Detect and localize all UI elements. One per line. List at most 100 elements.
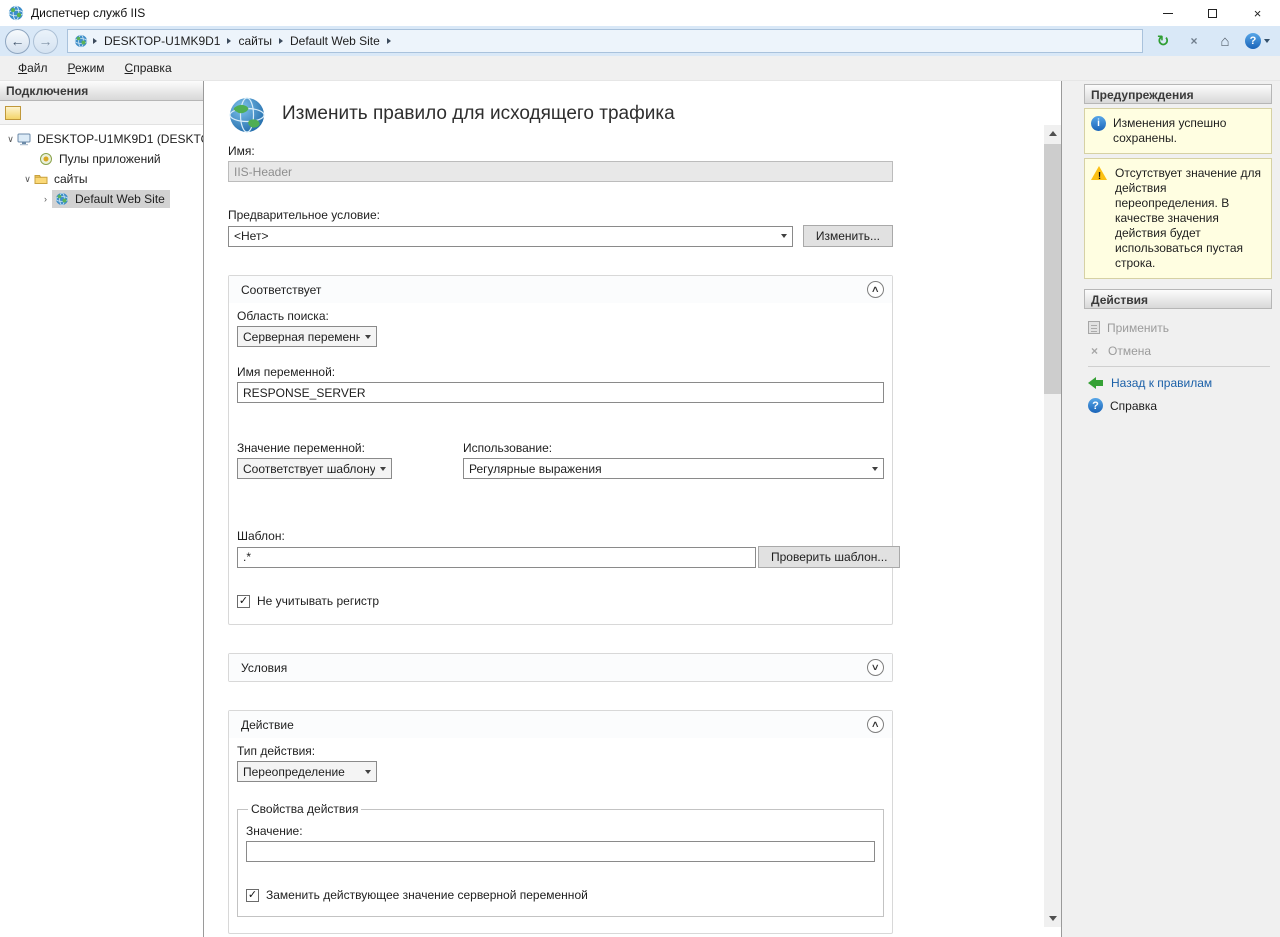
usage-label: Использование: — [463, 441, 884, 455]
window-controls: × — [1145, 0, 1280, 26]
match-section-header[interactable]: Соответствует ∧ — [229, 276, 892, 303]
tree-item-sites[interactable]: ∨ сайты — [0, 169, 203, 189]
variable-name-input[interactable] — [237, 382, 884, 403]
replace-value-checkbox[interactable]: ✓ — [246, 889, 259, 902]
minimize-icon — [1163, 13, 1173, 14]
cancel-label: Отмена — [1108, 344, 1151, 358]
pattern-input[interactable] — [237, 547, 756, 568]
main-panel: Изменить правило для исходящего трафика … — [204, 81, 1062, 937]
actions-list: Применить × Отмена Назад к правилам ? Сп… — [1084, 309, 1272, 417]
apply-icon — [1088, 321, 1100, 334]
chevron-up-icon: ∧ — [871, 285, 880, 294]
expand-section-button[interactable]: ∨ — [867, 659, 884, 676]
check-icon: ✓ — [248, 890, 257, 901]
forward-button[interactable]: → — [33, 29, 58, 54]
tree-item-label: Default Web Site — [73, 191, 167, 207]
usage-select[interactable]: Регулярные выражения — [463, 458, 884, 479]
collapse-section-button[interactable]: ∧ — [867, 716, 884, 733]
edit-precondition-button[interactable]: Изменить... — [803, 225, 893, 247]
maximize-button[interactable] — [1190, 0, 1235, 26]
chevron-down-icon: ∨ — [871, 663, 880, 672]
help-label: Справка — [1110, 399, 1157, 413]
info-icon: i — [1091, 116, 1106, 131]
scope-select[interactable]: Серверная переменн — [237, 326, 377, 347]
replace-value-label: Заменить действующее значение серверной … — [266, 888, 588, 902]
tree-item-app-pools[interactable]: Пулы приложений — [0, 149, 203, 169]
action-properties-legend: Свойства действия — [248, 802, 361, 816]
collapse-section-button[interactable]: ∧ — [867, 281, 884, 298]
test-pattern-button[interactable]: Проверить шаблон... — [758, 546, 900, 568]
variable-value-select[interactable]: Соответствует шаблону — [237, 458, 392, 479]
conditions-section-header[interactable]: Условия ∨ — [229, 654, 892, 681]
replace-value-row: ✓ Заменить действующее значение серверно… — [246, 888, 875, 902]
cancel-action: × Отмена — [1088, 339, 1270, 362]
usage-column: Использование: Регулярные выражения — [463, 441, 884, 479]
window-title: Диспетчер служб IIS — [31, 6, 145, 20]
tree-item-label: Пулы приложений — [57, 151, 163, 167]
iis-app-icon — [8, 5, 24, 21]
action-value-input[interactable] — [246, 841, 875, 862]
ignore-case-row: ✓ Не учитывать регистр — [237, 594, 884, 608]
scroll-up-icon[interactable] — [1044, 125, 1061, 142]
home-icon[interactable]: ⌂ — [1214, 31, 1236, 51]
stop-icon[interactable]: × — [1183, 31, 1205, 51]
back-button[interactable]: ← — [5, 29, 30, 54]
chevron-down-icon — [867, 459, 883, 478]
tree-item-default-web-site[interactable]: › Default Web Site — [0, 189, 203, 209]
help-menu-button[interactable]: ? — [1245, 33, 1270, 49]
chevron-down-icon — [375, 459, 391, 478]
scope-value: Серверная переменн — [243, 330, 360, 344]
app-pools-icon — [39, 152, 53, 166]
warning-icon: ! — [1091, 166, 1108, 181]
precondition-select[interactable]: <Нет> — [228, 226, 793, 247]
close-button[interactable]: × — [1235, 0, 1280, 26]
server-icon — [17, 132, 31, 146]
iis-manager-window: Диспетчер служб IIS × ← → DESKTOP-U1MK9D… — [0, 0, 1280, 937]
action-type-label: Тип действия: — [237, 744, 884, 758]
menu-bar: Файл Режим Справка — [0, 56, 1280, 81]
help-icon: ? — [1245, 33, 1261, 49]
connections-panel: Подключения ∨ DESKTOP-U1MK9D1 (DESKTOP — [0, 81, 204, 937]
alert-info-text: Изменения успешно сохранены. — [1113, 116, 1265, 146]
menu-file[interactable]: Файл — [10, 58, 56, 78]
action-section-body: Тип действия: Переопределение Свойства д… — [229, 744, 892, 933]
connections-header: Подключения — [0, 81, 203, 101]
save-connection-icon[interactable] — [5, 106, 21, 120]
expand-icon[interactable]: › — [39, 194, 52, 204]
match-section: Соответствует ∧ Область поиска: Серверна… — [228, 275, 893, 625]
main-scrollbar[interactable] — [1044, 125, 1061, 927]
action-value-label: Значение: — [246, 824, 875, 838]
scroll-down-icon[interactable] — [1044, 910, 1061, 927]
back-to-rules-action[interactable]: Назад к правилам — [1088, 371, 1270, 394]
scrollbar-thumb[interactable] — [1044, 144, 1061, 394]
breadcrumb-item-sites[interactable]: сайты — [233, 32, 277, 50]
breadcrumb[interactable]: DESKTOP-U1MK9D1 сайты Default Web Site — [67, 29, 1143, 53]
refresh-icon[interactable]: ↻ — [1152, 31, 1174, 51]
check-icon: ✓ — [239, 596, 248, 607]
alert-info: i Изменения успешно сохранены. — [1084, 108, 1272, 154]
precondition-label: Предварительное условие: — [228, 208, 893, 222]
action-section-header[interactable]: Действие ∧ — [229, 711, 892, 738]
breadcrumb-item-server[interactable]: DESKTOP-U1MK9D1 — [99, 32, 225, 50]
minimize-button[interactable] — [1145, 0, 1190, 26]
menu-view[interactable]: Режим — [60, 58, 113, 78]
collapse-icon[interactable]: ∨ — [4, 134, 17, 145]
page-title: Изменить правило для исходящего трафика — [282, 96, 675, 125]
address-bar: ← → DESKTOP-U1MK9D1 сайты Default Web Si… — [0, 26, 1280, 56]
breadcrumb-item-default-web-site[interactable]: Default Web Site — [285, 32, 385, 50]
usage-value: Регулярные выражения — [469, 462, 602, 476]
variable-name-label: Имя переменной: — [237, 365, 884, 379]
outbound-rule-globe-icon — [228, 96, 266, 134]
apply-action: Применить — [1088, 316, 1270, 339]
match-section-title: Соответствует — [241, 283, 321, 297]
menu-help[interactable]: Справка — [117, 58, 180, 78]
alert-warning: ! Отсутствует значение для действия пере… — [1084, 158, 1272, 279]
collapse-icon[interactable]: ∨ — [21, 174, 34, 185]
help-action[interactable]: ? Справка — [1088, 394, 1270, 417]
connections-tree: ∨ DESKTOP-U1MK9D1 (DESKTOP — [0, 125, 203, 937]
ignore-case-checkbox[interactable]: ✓ — [237, 595, 250, 608]
tree-item-server[interactable]: ∨ DESKTOP-U1MK9D1 (DESKTOP — [0, 129, 203, 149]
action-type-select[interactable]: Переопределение — [237, 761, 377, 782]
alert-warning-text: Отсутствует значение для действия переоп… — [1115, 166, 1265, 271]
breadcrumb-separator-icon — [279, 38, 283, 44]
